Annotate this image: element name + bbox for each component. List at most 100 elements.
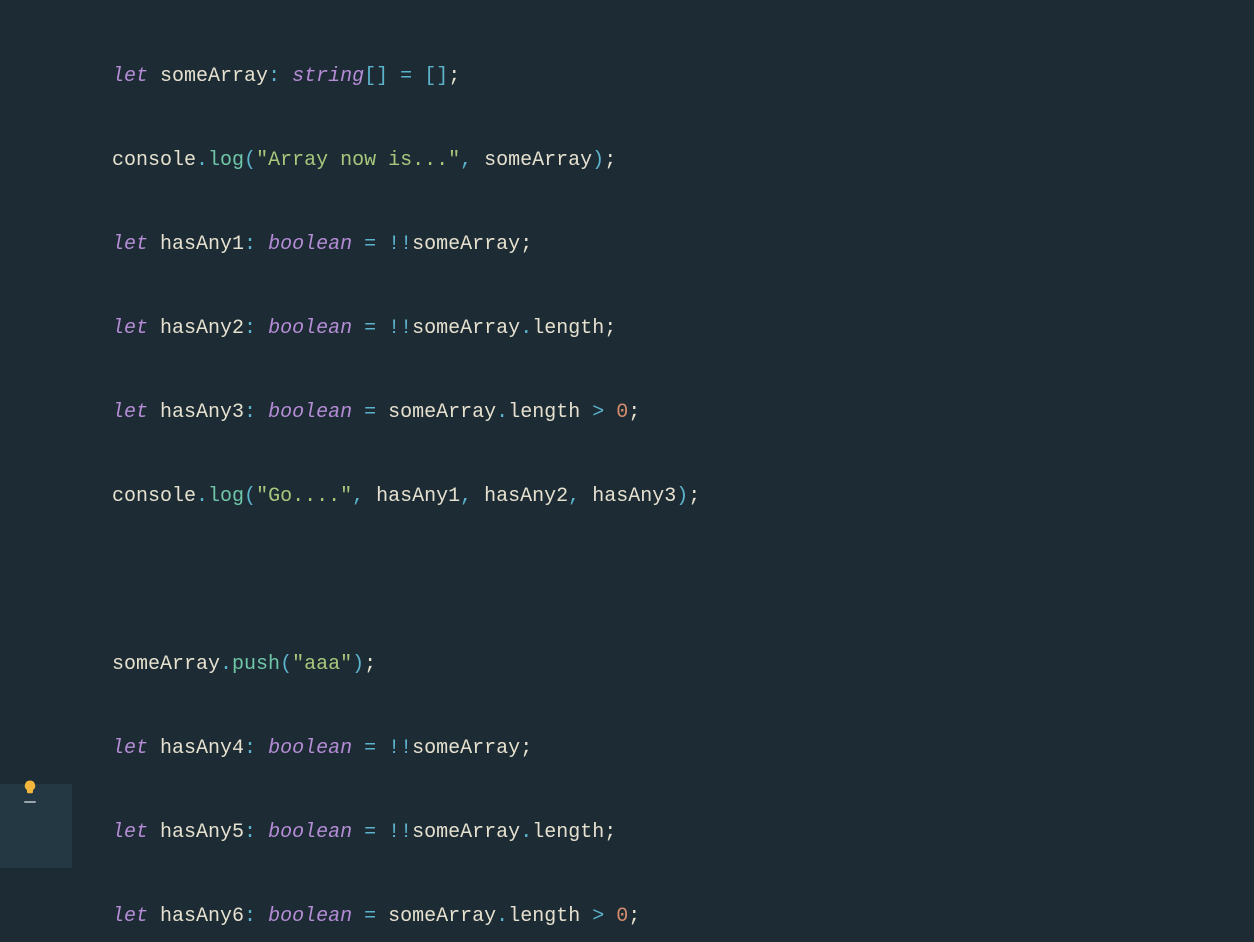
punct: [	[364, 65, 376, 88]
punct: :	[268, 65, 280, 88]
string: "Array now is..."	[256, 149, 460, 172]
identifier: someArray	[112, 653, 220, 676]
property: length	[508, 401, 580, 424]
code-line[interactable]: let hasAny1: boolean = !!someArray;	[72, 224, 1254, 266]
identifier: hasAny2	[160, 317, 244, 340]
code-line[interactable]: let someArray: string[] = [];	[72, 56, 1254, 98]
punct: ;	[520, 233, 532, 256]
punct: )	[352, 653, 364, 676]
lightbulb-svg	[21, 779, 39, 797]
property: length	[532, 821, 604, 844]
punct: ;	[628, 905, 640, 928]
punct: =	[400, 65, 412, 88]
punct: =	[364, 317, 376, 340]
identifier: hasAny2	[484, 485, 568, 508]
string: "Go...."	[256, 485, 352, 508]
code-line[interactable]: let hasAny2: boolean = !!someArray.lengt…	[72, 308, 1254, 350]
lightbulb-base	[24, 801, 36, 803]
code-line[interactable]: let hasAny5: boolean = !!someArray.lengt…	[72, 812, 1254, 854]
identifier: hasAny1	[160, 233, 244, 256]
method: push	[232, 653, 280, 676]
code-line[interactable]	[72, 560, 1254, 602]
punct: (	[280, 653, 292, 676]
type: boolean	[268, 317, 352, 340]
type: boolean	[268, 905, 352, 928]
punct: =	[364, 821, 376, 844]
code-line[interactable]: let hasAny4: boolean = !!someArray;	[72, 728, 1254, 770]
punct: .	[520, 317, 532, 340]
identifier: someArray	[412, 317, 520, 340]
punct: ;	[364, 653, 376, 676]
identifier: hasAny3	[160, 401, 244, 424]
operator: !!	[388, 821, 412, 844]
punct: .	[196, 149, 208, 172]
property: length	[532, 317, 604, 340]
punct: :	[244, 905, 256, 928]
keyword-let: let	[112, 905, 148, 928]
gutter	[0, 0, 72, 942]
code-line[interactable]: let hasAny6: boolean = someArray.length …	[72, 896, 1254, 938]
punct: )	[676, 485, 688, 508]
code-editor[interactable]: let someArray: string[] = []; console.lo…	[0, 0, 1254, 942]
punct: ]	[436, 65, 448, 88]
identifier: hasAny3	[592, 485, 676, 508]
type: string	[292, 65, 364, 88]
type: boolean	[268, 821, 352, 844]
punct: ,	[460, 485, 472, 508]
number: 0	[616, 905, 628, 928]
identifier: someArray	[388, 401, 496, 424]
punct: ,	[460, 149, 472, 172]
punct: ;	[448, 65, 460, 88]
operator: >	[592, 401, 604, 424]
punct: ;	[628, 401, 640, 424]
punct: =	[364, 401, 376, 424]
code-line[interactable]: console.log("Go....", hasAny1, hasAny2, …	[72, 476, 1254, 518]
punct: =	[364, 737, 376, 760]
keyword-let: let	[112, 821, 148, 844]
punct: =	[364, 233, 376, 256]
identifier: someArray	[412, 821, 520, 844]
method: log	[208, 485, 244, 508]
punct: .	[520, 821, 532, 844]
code-line[interactable]: someArray.push("aaa");	[72, 644, 1254, 686]
identifier: someArray	[412, 233, 520, 256]
keyword-let: let	[112, 401, 148, 424]
punct: (	[244, 485, 256, 508]
punct: .	[496, 905, 508, 928]
property: length	[508, 905, 580, 928]
punct: :	[244, 401, 256, 424]
punct: [	[424, 65, 436, 88]
punct: =	[364, 905, 376, 928]
identifier: someArray	[160, 65, 268, 88]
identifier: hasAny1	[376, 485, 460, 508]
punct: :	[244, 737, 256, 760]
identifier: console	[112, 485, 196, 508]
punct: ,	[352, 485, 364, 508]
identifier: console	[112, 149, 196, 172]
identifier: hasAny4	[160, 737, 244, 760]
punct: (	[244, 149, 256, 172]
keyword-let: let	[112, 317, 148, 340]
code-area[interactable]: let someArray: string[] = []; console.lo…	[72, 0, 1254, 942]
identifier: someArray	[388, 905, 496, 928]
code-line[interactable]: console.log("Array now is...", someArray…	[72, 140, 1254, 182]
punct: ;	[604, 149, 616, 172]
string: "aaa"	[292, 653, 352, 676]
punct: :	[244, 317, 256, 340]
operator: !!	[388, 233, 412, 256]
punct: ,	[568, 485, 580, 508]
punct: :	[244, 821, 256, 844]
operator: !!	[388, 737, 412, 760]
punct: ]	[376, 65, 388, 88]
code-line[interactable]: let hasAny3: boolean = someArray.length …	[72, 392, 1254, 434]
lightbulb-icon[interactable]	[18, 779, 42, 803]
punct: :	[244, 233, 256, 256]
punct: .	[496, 401, 508, 424]
punct: )	[592, 149, 604, 172]
punct: ;	[604, 317, 616, 340]
punct: ;	[520, 737, 532, 760]
identifier: someArray	[484, 149, 592, 172]
keyword-let: let	[112, 65, 148, 88]
type: boolean	[268, 737, 352, 760]
keyword-let: let	[112, 737, 148, 760]
